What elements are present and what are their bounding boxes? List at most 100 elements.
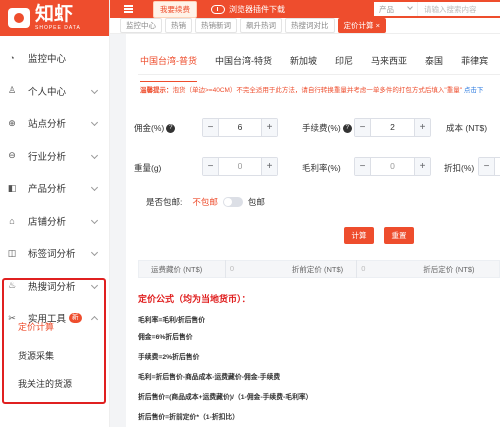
- commission-stepper[interactable]: − 6 +: [202, 118, 278, 137]
- commission-label-text: 佣金(%): [134, 123, 165, 133]
- renew-button[interactable]: 我要续费: [153, 0, 197, 18]
- sidebar-item-label: 标签词分析: [28, 249, 76, 261]
- sidebar-subitem-followed-sources[interactable]: 我关注的货源: [18, 377, 72, 390]
- tab-tw-general[interactable]: 中国台湾-普货: [140, 54, 197, 82]
- result-bar: 运费藏价 (NT$) 0 折前定价 (NT$) 0 折后定价 (NT$): [138, 260, 500, 278]
- site-icon: ⊕: [8, 117, 16, 128]
- fee-value[interactable]: 2: [371, 119, 414, 136]
- notice-link[interactable]: 点击下: [464, 87, 484, 94]
- sidebar-item-monitor[interactable]: ◔ 监控中心: [0, 42, 109, 75]
- chevron-down-icon: [90, 86, 99, 94]
- tab-singapore[interactable]: 新加坡: [290, 54, 317, 74]
- discount-label: 折扣(%): [444, 163, 475, 173]
- decrement-button[interactable]: −: [355, 119, 371, 136]
- margin-value[interactable]: 0: [371, 158, 414, 175]
- decrement-button[interactable]: −: [203, 119, 219, 136]
- formula-line: 手续费=2%折后售价: [138, 354, 200, 361]
- margin-stepper[interactable]: − 0 +: [354, 157, 431, 176]
- option-free-shipping[interactable]: 包邮: [248, 196, 265, 208]
- tabs-divider: [138, 74, 500, 75]
- sidebar-item-label: 行业分析: [28, 151, 67, 163]
- search-input[interactable]: [418, 2, 500, 16]
- fee-stepper[interactable]: − 2 +: [354, 118, 431, 137]
- shop-icon: ⌂: [9, 215, 15, 226]
- formula-line: 折后售价=折前定价*（1-折扣比）: [138, 414, 240, 421]
- option-no-free-shipping[interactable]: 不包邮: [192, 196, 218, 208]
- cloud-download-icon: [211, 4, 225, 14]
- top-bar: 我要续费 浏览器插件下载 产品: [110, 0, 500, 18]
- sidebar-item-industry[interactable]: ⊖ 行业分析: [0, 140, 109, 173]
- weight-label: 重量(g): [134, 163, 162, 173]
- chevron-down-icon: [90, 183, 99, 192]
- tab-monitor[interactable]: 监控中心: [120, 18, 162, 33]
- shipping-toggle[interactable]: [222, 197, 243, 207]
- sidebar-item-product[interactable]: ◧ 产品分析: [0, 172, 109, 205]
- fee-label: 手续费(%)?: [302, 122, 352, 134]
- calculate-button[interactable]: 计算: [344, 227, 374, 244]
- sidebar-item-shop[interactable]: ⌂ 店铺分析: [0, 205, 109, 238]
- sidebar: 知虾 SHOPEE DATA ◔ 监控中心 ♙ 个人中心 ⊕ 站点分析 ⊖ 行业…: [0, 0, 110, 427]
- help-icon[interactable]: ?: [166, 124, 176, 134]
- chevron-down-icon: [90, 151, 99, 159]
- search-scope-select[interactable]: 产品: [374, 2, 418, 16]
- sidebar-subitem-sourcing[interactable]: 货源采集: [18, 349, 54, 362]
- increment-button[interactable]: +: [261, 119, 277, 136]
- shipping-label: 是否包邮:: [146, 197, 183, 207]
- sidebar-item-label: 监控中心: [28, 54, 67, 66]
- formula-line: 佣金=6%折后售价: [138, 334, 193, 341]
- discount-stepper[interactable]: −: [478, 157, 500, 176]
- dashboard-icon: ◔: [9, 53, 15, 64]
- sidebar-item-personal[interactable]: ♙ 个人中心: [0, 75, 109, 108]
- logo[interactable]: 知虾 SHOPEE DATA: [0, 0, 109, 36]
- logo-icon: [8, 8, 30, 28]
- decrement-button[interactable]: −: [479, 158, 495, 175]
- chevron-down-icon: [90, 118, 99, 127]
- decrement-button[interactable]: −: [355, 158, 371, 175]
- tab-pricing[interactable]: 定价计算 ×: [337, 18, 386, 33]
- sidebar-item-site[interactable]: ⊕ 站点分析: [0, 107, 109, 140]
- plugin-download-link[interactable]: 浏览器插件下载: [211, 4, 285, 15]
- plugin-download-label: 浏览器插件下载: [229, 4, 285, 14]
- sidebar-subitem-pricing[interactable]: 定价计算: [18, 320, 54, 333]
- commission-value[interactable]: 6: [219, 119, 261, 136]
- tab-hot[interactable]: 热销: [165, 18, 192, 33]
- menu-toggle-icon[interactable]: [124, 4, 133, 15]
- weight-stepper[interactable]: − 0 +: [202, 157, 278, 176]
- tab-malaysia[interactable]: 马来西亚: [371, 54, 407, 74]
- increment-button[interactable]: +: [414, 119, 430, 136]
- sidebar-item-label: 店铺分析: [28, 216, 67, 228]
- sidebar-item-tag[interactable]: ◫ 标签词分析: [0, 237, 109, 270]
- cost-label: 成本 (NT$): [446, 123, 488, 133]
- tab-hot-words[interactable]: 热销新词: [195, 18, 237, 33]
- breadcrumb: 监控中心 热销 热销新词 飙升热词 热搜词对比 定价计算 ×: [110, 18, 500, 34]
- reset-button[interactable]: 重置: [384, 227, 414, 244]
- weight-value[interactable]: 0: [219, 158, 261, 175]
- sidebar-item-label: 站点分析: [28, 119, 67, 131]
- sidebar-item-label: 个人中心: [28, 86, 67, 98]
- fee-label-text: 手续费(%): [302, 123, 341, 133]
- increment-button[interactable]: +: [414, 158, 430, 175]
- chevron-down-icon: [90, 248, 99, 257]
- help-icon[interactable]: ?: [342, 124, 352, 134]
- tab-philippines[interactable]: 菲律宾: [461, 54, 488, 74]
- formula-line: 毛利率=毛利/折后售价: [138, 317, 206, 324]
- country-tabs: 中国台湾-普货 中国台湾-特货 新加坡 印尼 马来西亚 泰国 菲律宾: [140, 54, 500, 82]
- search-bar: 产品: [374, 2, 500, 16]
- chevron-down-icon: [90, 216, 99, 224]
- logo-subtext: SHOPEE DATA: [35, 24, 81, 31]
- tab-indonesia[interactable]: 印尼: [335, 54, 353, 74]
- freight-value: 0: [224, 260, 282, 278]
- product-icon: ◧: [7, 182, 17, 193]
- freight-label: 运费藏价 (NT$): [151, 264, 203, 274]
- tab-tw-special[interactable]: 中国台湾-特货: [215, 54, 272, 74]
- notice-text: 温馨提示：泡货（单边>=40CM）不完全适用于此方法，请自行转换重量并考虑一单多…: [140, 84, 483, 94]
- tab-rising-words[interactable]: 飙升热词: [240, 18, 282, 33]
- logo-text: 知虾: [35, 3, 74, 25]
- increment-button[interactable]: +: [261, 158, 277, 175]
- pricing-panel: 中国台湾-普货 中国台湾-特货 新加坡 印尼 马来西亚 泰国 菲律宾 温馨提示：…: [126, 34, 500, 427]
- tab-thailand[interactable]: 泰国: [425, 54, 443, 74]
- decrement-button[interactable]: −: [203, 158, 219, 175]
- pre-discount-label: 折前定价 (NT$): [291, 264, 344, 274]
- notice-body: 泡货（单边>=40CM）不完全适用于此方法，请自行转换重量并考虑一单多件的打包方…: [172, 87, 463, 94]
- tab-hotsearch-compare[interactable]: 热搜词对比: [285, 18, 335, 33]
